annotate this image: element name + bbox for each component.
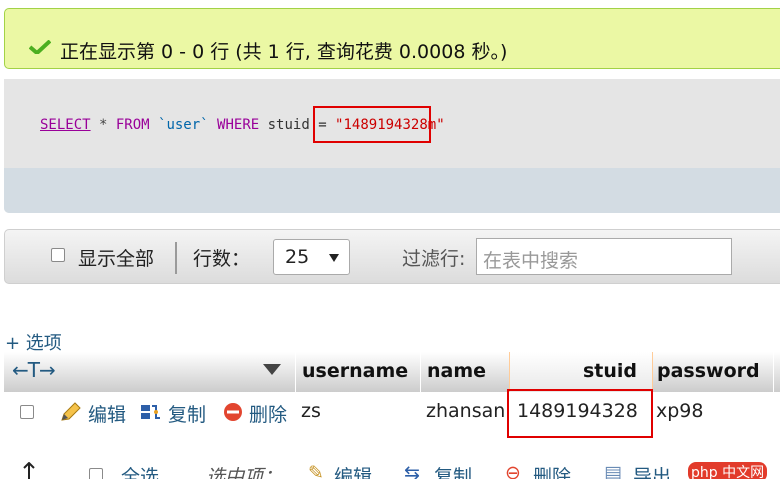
select-all-checkbox[interactable] xyxy=(89,468,103,479)
row-checkbox[interactable] xyxy=(20,405,34,419)
bulk-delete-link[interactable]: 删除 xyxy=(533,462,571,479)
rows-label: 行数： xyxy=(193,248,251,270)
chevron-down-icon xyxy=(329,254,339,262)
sql-star: * xyxy=(90,117,116,133)
show-all-label[interactable]: 显示全部 xyxy=(78,244,154,271)
copy-icon[interactable]: ⇆ xyxy=(404,462,420,479)
column-divider xyxy=(295,352,296,392)
success-message-bar: 正在显示第 0 - 0 行 (共 1 行, 查询花费 0.0008 秒。) xyxy=(4,8,780,69)
sql-select-keyword[interactable]: SELECT xyxy=(40,117,91,133)
select-all-link[interactable]: 全选 xyxy=(121,462,159,479)
bulk-edit-link[interactable]: 编辑 xyxy=(334,462,372,479)
toolbar-separator xyxy=(175,242,177,274)
table-header: ←T→ username name stuid password xyxy=(4,352,780,392)
pencil-icon[interactable] xyxy=(60,402,82,422)
sql-table-name: `user` xyxy=(149,117,218,133)
watermark-logo: php 中文网 xyxy=(688,462,768,479)
delete-icon[interactable]: ⊖ xyxy=(505,462,521,479)
sql-value-highlight-box xyxy=(313,106,431,143)
table-row: 编辑 复制 删除 zs zhansan 1489194328 xp98 xyxy=(4,392,780,432)
sql-query-box: SELECT * FROM `user` WHERE stuid = "1489… xyxy=(4,79,780,213)
column-header-username[interactable]: username xyxy=(302,360,408,382)
success-message-text: 正在显示第 0 - 0 行 (共 1 行, 查询花费 0.0008 秒。) xyxy=(60,41,508,63)
bulk-copy-link[interactable]: 复制 xyxy=(434,462,472,479)
copy-icon[interactable] xyxy=(140,402,162,422)
results-toolbar: 显示全部 行数： 25 过滤行: 在表中搜索 xyxy=(4,229,780,284)
rows-select-value: 25 xyxy=(285,246,310,268)
selected-items-label: 选中项： xyxy=(206,466,283,479)
row-copy-link[interactable]: 复制 xyxy=(168,400,206,427)
sort-dropdown-icon[interactable] xyxy=(263,364,281,375)
delete-icon[interactable] xyxy=(222,402,244,422)
filter-search-input[interactable]: 在表中搜索 xyxy=(476,238,732,275)
checkmark-icon xyxy=(29,40,51,54)
sql-query-actions-strip xyxy=(4,168,780,213)
expand-columns-arrows-icon[interactable]: ←T→ xyxy=(12,358,56,382)
bulk-actions-bar: 全选 选中项： ✎ 编辑 ⇆ 复制 ⊖ 删除 ▤ 导出 php 中文网 xyxy=(0,460,780,479)
cell-password: xp98 xyxy=(656,400,704,422)
pencil-icon[interactable]: ✎ xyxy=(308,462,324,479)
column-header-password[interactable]: password xyxy=(657,360,760,382)
arrow-up-icon xyxy=(23,462,35,479)
show-all-checkbox[interactable] xyxy=(51,248,65,262)
stuid-cell-highlight-box xyxy=(507,389,653,438)
filter-label: 过滤行: xyxy=(402,248,466,270)
cell-name: zhansan xyxy=(426,400,506,422)
rows-select[interactable]: 25 xyxy=(273,239,350,275)
row-edit-link[interactable]: 编辑 xyxy=(88,400,126,427)
column-header-stuid[interactable]: stuid xyxy=(583,360,637,382)
column-divider xyxy=(773,352,774,392)
bulk-export-link[interactable]: 导出 xyxy=(633,462,671,479)
sql-where-keyword: WHERE xyxy=(217,117,260,133)
column-divider xyxy=(420,352,421,392)
cell-username: zs xyxy=(301,400,321,422)
filter-search-placeholder: 在表中搜索 xyxy=(483,250,579,272)
sql-from-keyword: FROM xyxy=(115,117,150,133)
row-delete-link[interactable]: 删除 xyxy=(249,400,287,427)
column-header-name[interactable]: name xyxy=(427,360,486,382)
export-icon[interactable]: ▤ xyxy=(604,462,622,479)
